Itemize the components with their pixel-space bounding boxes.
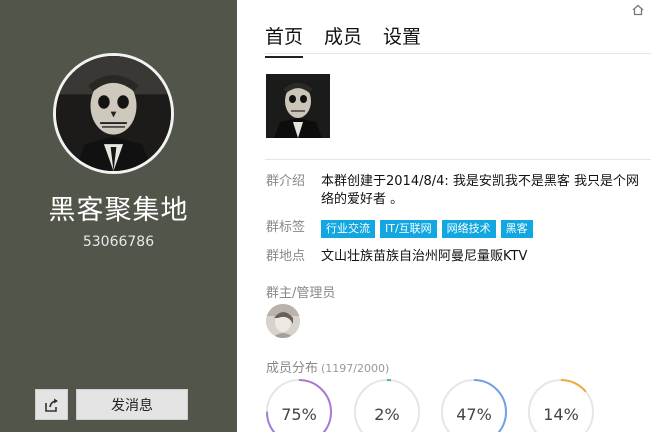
tab-divider <box>265 53 651 54</box>
intro-label: 群介绍 <box>266 174 306 189</box>
ring-percent: 47% <box>456 405 492 424</box>
distribution-ring: 75% <box>265 378 333 432</box>
admin-avatar[interactable] <box>266 304 300 338</box>
distribution-title: 成员分布 <box>266 361 319 376</box>
distribution-ring: 14% <box>527 378 595 432</box>
admin-avatar-image <box>266 304 300 338</box>
tag-list: 行业交流 IT/互联网 网络技术 黑客 <box>321 220 533 238</box>
section-divider <box>265 159 651 160</box>
share-button[interactable] <box>35 389 68 420</box>
tags-label: 群标签 <box>266 220 306 235</box>
distribution-ring: 47% <box>440 378 508 432</box>
intro-text: 本群创建于2014/8/4: 我是安凯我不是黑客 我只是个网络的爱好者 。 <box>321 174 640 207</box>
ring-percent: 75% <box>281 405 317 424</box>
location-label: 群地点 <box>266 249 306 264</box>
group-name: 黑客聚集地 <box>48 195 189 226</box>
group-photo-image <box>266 74 330 138</box>
send-message-button[interactable]: 发消息 <box>76 389 188 420</box>
member-distribution-label: 成员分布 (1197/2000) <box>266 357 389 376</box>
location-text: 文山壮族苗族自治州阿曼尼量贩KTV <box>321 249 528 264</box>
group-avatar-image <box>56 56 171 171</box>
tag-item[interactable]: 网络技术 <box>441 220 496 238</box>
admins-label: 群主/管理员 <box>266 286 336 301</box>
ring-percent: 2% <box>374 405 400 424</box>
group-photo[interactable] <box>266 74 330 138</box>
share-icon <box>44 398 58 412</box>
group-intro-row: 群介绍 本群创建于2014/8/4: 我是安凯我不是黑客 我只是个网络的爱好者 … <box>266 173 651 213</box>
tag-item[interactable]: 行业交流 <box>321 220 375 238</box>
distribution-ring: 2% <box>353 378 421 432</box>
member-count: (1197/2000) <box>321 362 390 375</box>
home-icon[interactable] <box>632 4 644 16</box>
group-avatar[interactable] <box>53 53 174 174</box>
group-profile-sidebar: 黑客聚集地 53066786 发消息 <box>0 0 237 432</box>
group-number: 53066786 <box>82 234 155 250</box>
tag-item[interactable]: 黑客 <box>500 220 533 238</box>
ring-percent: 14% <box>543 405 579 424</box>
tag-item[interactable]: IT/互联网 <box>380 220 437 238</box>
